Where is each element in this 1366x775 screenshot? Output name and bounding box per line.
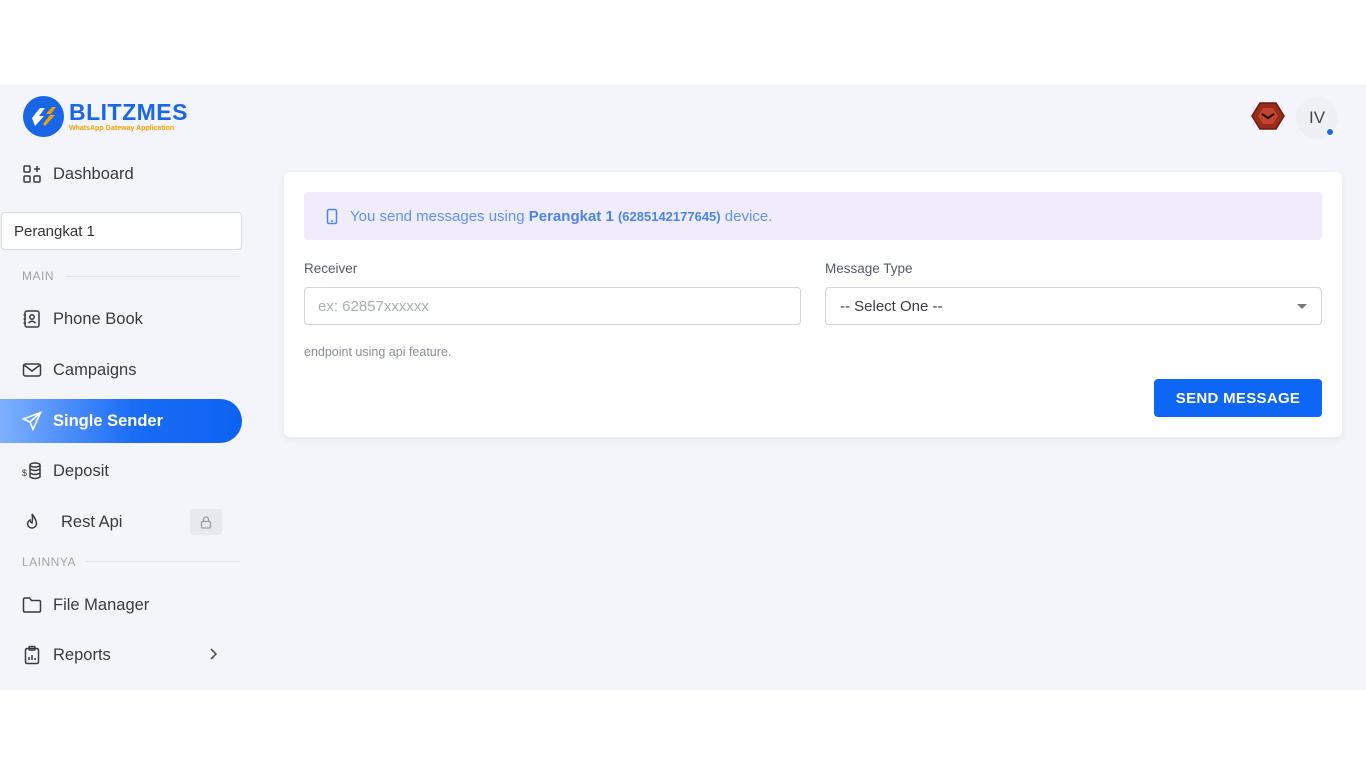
send-message-button[interactable]: SEND MESSAGE [1154,379,1322,417]
device-info-alert: You send messages using Perangkat 1 (628… [304,192,1322,240]
sidebar-item-phone-book[interactable]: Phone Book [0,297,242,341]
device-select-value: Perangkat 1 [14,222,95,240]
sidebar-item-label: Dashboard [53,164,134,183]
dashboard-grid-icon [22,164,42,184]
svg-text:$: $ [22,468,27,478]
header-badge-icon[interactable] [1251,101,1285,131]
alert-suffix: device. [724,207,773,225]
brand-logo[interactable]: BLITZMES WhatsApp Gateway Application [23,96,188,137]
coins-icon: $ [22,461,42,481]
device-select[interactable]: Perangkat 1 [1,212,242,250]
user-avatar[interactable]: IV [1296,97,1338,139]
mobile-phone-icon [326,207,340,225]
brand-name: BLITZMES [69,99,188,125]
sidebar-item-campaigns[interactable]: Campaigns [0,348,242,392]
sidebar-item-deposit[interactable]: $ Deposit [0,449,242,493]
sidebar-item-label: Deposit [53,461,109,480]
sidebar-item-reports[interactable]: Reports [0,633,242,677]
brand-tagline: WhatsApp Gateway Application [69,125,175,132]
folder-icon [22,595,42,615]
sidebar-item-dashboard[interactable]: Dashboard [0,152,242,196]
sidebar-item-single-sender[interactable]: Single Sender [0,399,242,443]
receiver-input[interactable] [304,287,801,325]
sidebar-item-label: Campaigns [53,360,137,379]
message-type-select[interactable]: -- Select One -- [825,287,1322,325]
api-hint-text: endpoint using api feature. [304,345,452,359]
caret-down-icon [1297,304,1307,309]
sidebar-item-label: Phone Book [53,309,143,328]
lock-icon [190,509,222,535]
section-divider [66,276,240,277]
paper-plane-icon [22,411,42,431]
section-label-other: LAINNYA [22,555,76,569]
online-status-dot [1326,128,1334,136]
message-type-label: Message Type [825,261,913,276]
chevron-right-icon [208,647,218,666]
clipboard-icon [22,645,42,665]
message-type-value: -- Select One -- [840,297,943,315]
section-label-main: MAIN [22,269,54,283]
sidebar-item-label: Reports [53,645,111,664]
single-sender-card: You send messages using Perangkat 1 (628… [284,172,1342,437]
sidebar-item-file-manager[interactable]: File Manager [0,583,242,627]
alert-device-number: (6285142177645) [617,208,721,224]
contact-book-icon [22,309,42,329]
alert-device-name: Perangkat 1 [528,207,614,225]
sidebar-item-label: Single Sender [53,411,164,430]
avatar-initials: IV [1308,108,1326,127]
alert-prefix: You send messages using [350,207,525,225]
sidebar-item-label: File Manager [53,595,150,614]
envelope-icon [22,360,42,380]
receiver-label: Receiver [304,261,358,276]
section-divider [85,561,240,562]
flame-icon [22,512,42,532]
brand-logo-mark [23,96,64,137]
app-shell: BLITZMES WhatsApp Gateway Application IV… [0,85,1366,690]
sidebar-item-label: Rest Api [61,512,123,531]
sidebar-item-rest-api[interactable]: Rest Api [0,500,242,544]
